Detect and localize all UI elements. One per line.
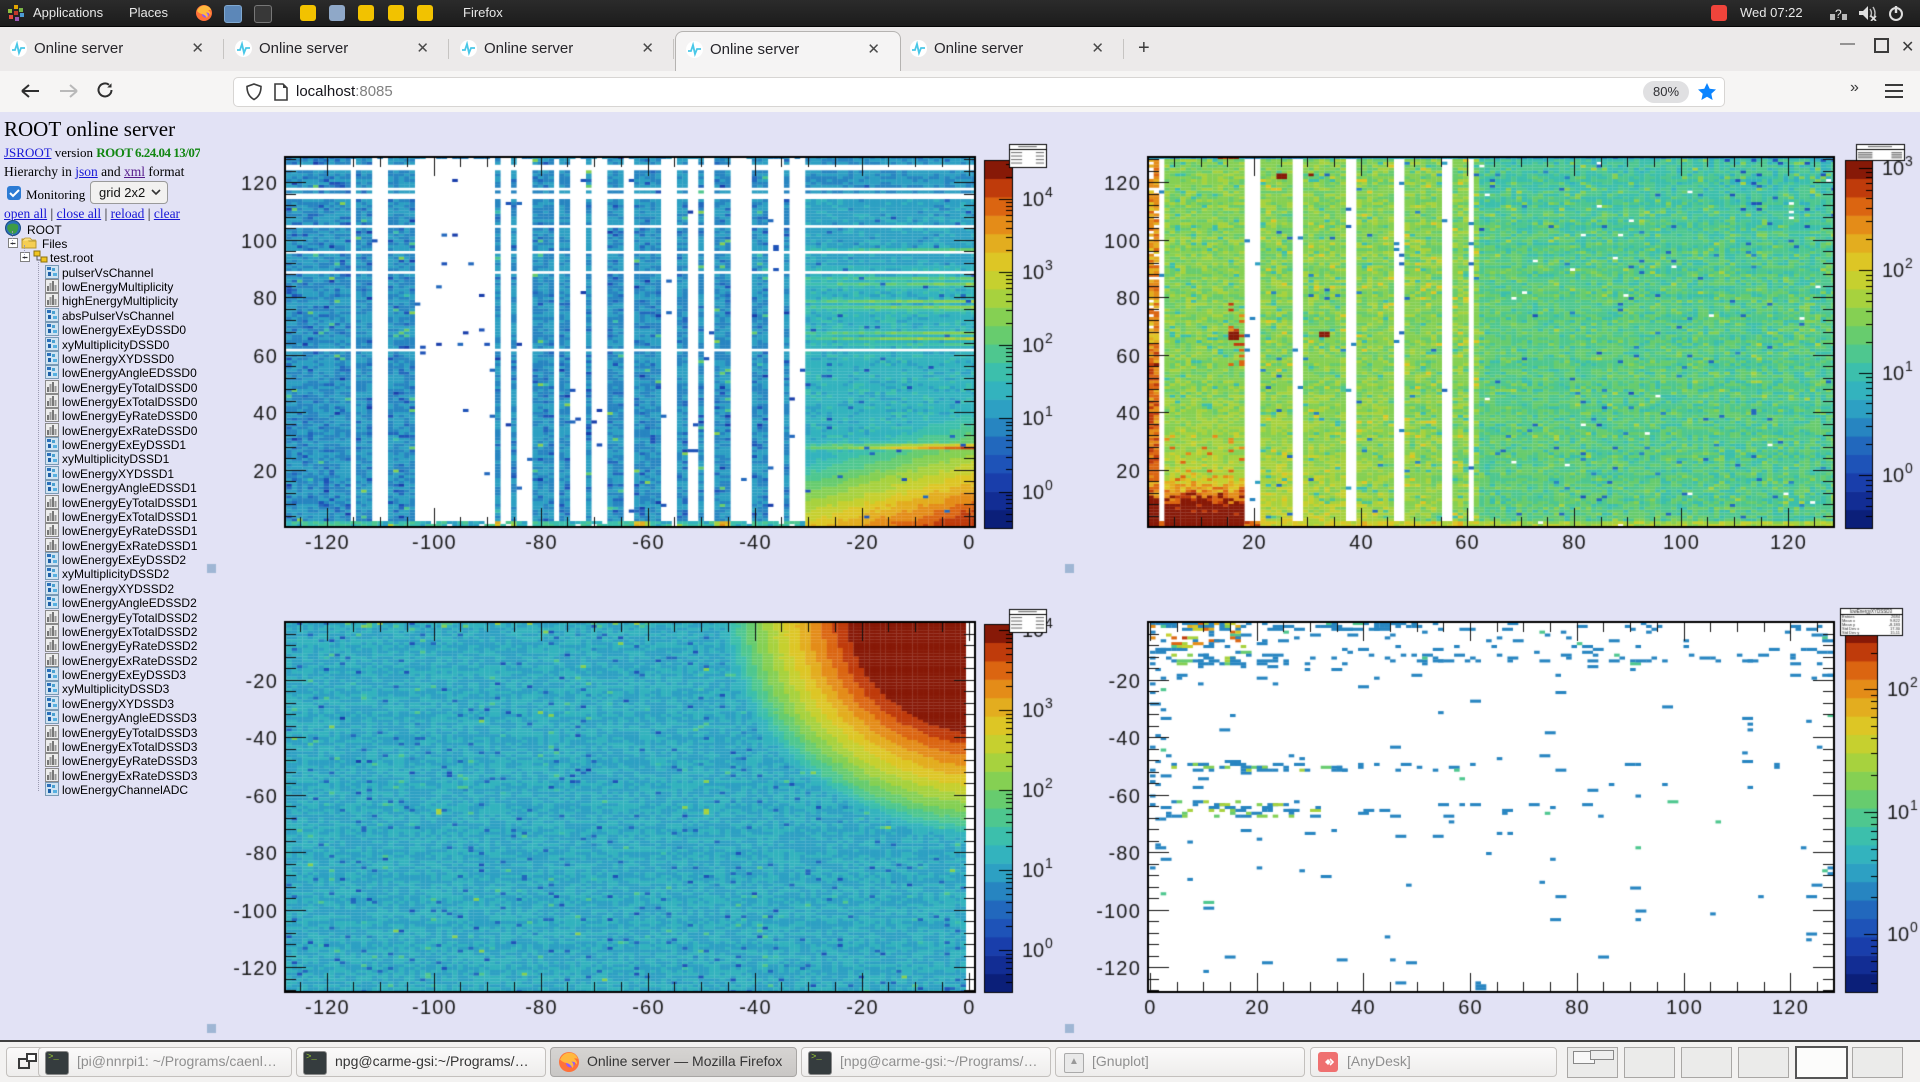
svg-text:?: ? bbox=[1835, 7, 1842, 21]
